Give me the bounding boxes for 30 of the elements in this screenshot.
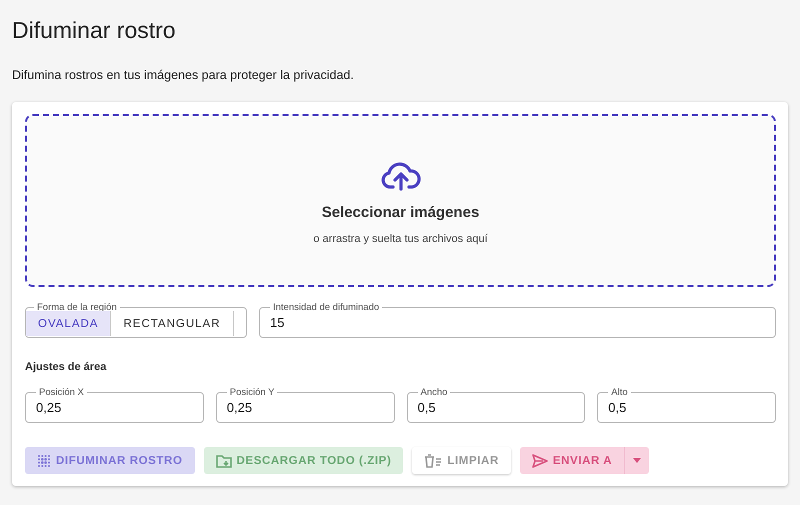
number-field[interactable]: Posición Y 0,25 <box>216 387 394 423</box>
field-value[interactable]: 0,25 <box>36 400 193 415</box>
dropdown-button[interactable] <box>624 447 650 474</box>
field-value[interactable]: 0,5 <box>418 400 574 415</box>
dropzone-title: Seleccionar imágenes <box>322 204 480 221</box>
dots-grid-icon <box>37 454 51 468</box>
page-title: Difuminar rostro <box>12 16 177 44</box>
field-label: Ancho <box>420 387 448 398</box>
shape-option[interactable]: OVALADA <box>26 311 112 336</box>
intensity-field[interactable]: Intensidad de difuminado 15 <box>259 302 776 338</box>
dropzone[interactable]: Seleccionar imágenes o arrastra y suelta tus archivos aquí <box>25 114 776 287</box>
folder-icon <box>216 454 232 468</box>
field-value[interactable]: 0,5 <box>608 400 765 415</box>
trash-icon <box>424 454 442 468</box>
cloud-upload-icon <box>380 160 420 192</box>
number-field[interactable]: Alto 0,5 <box>597 387 776 423</box>
field-label: Alto <box>610 387 629 398</box>
field-label: Forma de la región <box>36 302 118 313</box>
number-field[interactable]: Ancho 0,5 <box>406 387 586 423</box>
page-subtitle: Difumina rostros en tus imágenes para proteger la privacidad. <box>12 67 355 83</box>
send-icon <box>532 454 548 468</box>
field-label: Intensidad de difuminado <box>272 302 380 313</box>
number-field[interactable]: Posición X 0,25 <box>25 387 204 423</box>
field-label: Posición X <box>38 387 85 398</box>
dropzone-hint: o arrastra y suelta tus archivos aquí <box>313 233 488 245</box>
section-heading: Ajustes de área <box>25 361 108 373</box>
caret-icon <box>633 458 642 463</box>
field-label: Posición Y <box>228 387 276 398</box>
field-value[interactable]: 15 <box>270 315 765 330</box>
field-value[interactable]: 0,25 <box>226 400 384 415</box>
